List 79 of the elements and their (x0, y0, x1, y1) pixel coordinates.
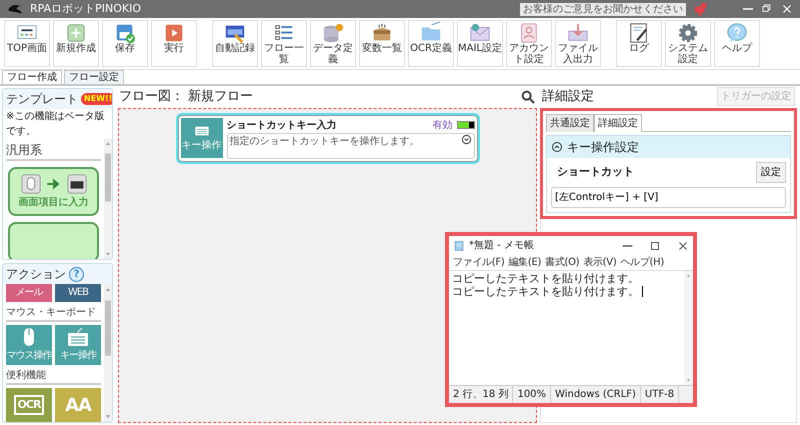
new-badge: NEW!! (81, 93, 112, 105)
settings-tab[interactable]: 共通設定 (546, 114, 594, 132)
toolbar-button[interactable]: ログ (616, 20, 662, 67)
toolbar-button[interactable]: 自動記録 (212, 20, 258, 67)
database-gear-icon (321, 22, 345, 44)
scrollbar[interactable] (104, 139, 112, 259)
toolbar-button[interactable]: MAIL設定 (457, 20, 503, 67)
settings-icon (676, 22, 700, 44)
minimize-icon (622, 244, 633, 246)
toolbar-button[interactable]: ファイル入出力 (555, 20, 601, 67)
shortcut-field[interactable]: [左Controlキー] + [V] (551, 186, 786, 208)
help-icon (725, 22, 749, 44)
template-card[interactable] (8, 222, 99, 259)
text-cursor (642, 286, 643, 298)
toolbar-button[interactable]: フロー一覧 (261, 20, 307, 67)
feedback-link[interactable]: お客様のご意見をお聞かせください (520, 2, 686, 16)
field-label: ショートカット (556, 164, 634, 180)
accordion-header[interactable]: キー操作設定 (547, 136, 790, 158)
menu-item[interactable]: 表示(V) (583, 255, 616, 270)
category-heading: 汎用系 (6, 141, 101, 161)
page-tab[interactable]: フロー設定 (64, 70, 124, 84)
search-icon (520, 88, 536, 105)
settings-tab[interactable]: 詳細設定 (594, 114, 642, 132)
beta-note: ※この機能はベータ版です。 (5, 110, 106, 139)
toolbar-button[interactable]: データ定義 (310, 20, 356, 67)
menu-item[interactable]: 書式(O) (545, 255, 580, 270)
close-icon (677, 240, 689, 252)
window-title: RPAロボットPINOKIO (30, 0, 141, 17)
toolbar-button[interactable]: 変数一覧 (359, 20, 405, 67)
menu-item[interactable]: 編集(E) (508, 255, 542, 270)
section-heading: マウス・キーボード (6, 305, 101, 322)
minimize-icon (742, 8, 754, 10)
window-title: *無題 - メモ帳 (469, 239, 535, 253)
status-label: 有効 (432, 118, 452, 132)
scrollbar[interactable] (104, 284, 112, 422)
panel-title: テンプレート (6, 91, 78, 108)
action-tile[interactable]: メール (6, 284, 52, 302)
status-text: 2 行、18 列 (449, 386, 514, 403)
text-line: コピーしたテキストを貼り付けます。 (452, 285, 639, 298)
node-icon-tile: キー操作 (180, 118, 222, 158)
scrollbar[interactable] (684, 271, 693, 385)
toggle-switch[interactable] (456, 121, 474, 129)
page-tab[interactable]: フロー作成 (2, 70, 62, 84)
set-button[interactable]: 設定 (756, 162, 786, 182)
text-line: コピーしたテキストを貼り付けます。 (452, 272, 639, 285)
keyboard-icon (66, 173, 88, 195)
toolbar-button[interactable]: TOP画面 (4, 20, 50, 67)
toolbar-button[interactable]: ヘルプ (714, 20, 760, 67)
toolbar-button[interactable]: OCR定義 (408, 20, 454, 67)
mouse-icon (20, 173, 42, 195)
status-text: Windows (CRLF) (551, 386, 641, 403)
chevron-up-icon (551, 140, 563, 152)
panel-title: 詳細設定 (542, 88, 594, 106)
envelope-icon (468, 22, 492, 44)
node-title: ショートカットキー入力 (226, 118, 336, 132)
toolbar-button[interactable]: アカウント設定 (506, 20, 552, 67)
action-tile[interactable]: WEB (55, 284, 101, 302)
maximize-icon (649, 240, 661, 252)
notepad-icon (453, 240, 465, 252)
toolbar-button[interactable]: 保存 (102, 20, 148, 67)
menu-item[interactable]: ファイル(F) (453, 255, 504, 270)
text-area[interactable]: コピーしたテキストを貼り付けます。 コピーしたテキストを貼り付けます。 (449, 271, 684, 385)
node-description: 指定のショートカットキーを操作します。 (230, 134, 420, 148)
menu-item[interactable]: ヘルプ(H) (620, 255, 664, 270)
section-heading: 便利機能 (6, 368, 101, 385)
keyboard-icon (68, 328, 88, 346)
section-title: キー操作設定 (567, 138, 639, 156)
arrow-icon (46, 176, 62, 192)
toolbar-button[interactable]: 実行 (151, 20, 197, 67)
chevron-down-icon (460, 134, 472, 144)
flow-title: フロー図： 新規フロー (119, 88, 254, 106)
status-text: UTF-8 (640, 386, 680, 403)
toolbar-button[interactable]: システム設定 (665, 20, 711, 67)
flow-node[interactable]: キー操作 ショートカットキー入力 有効 指定のショートカットキーを操作します。 (178, 114, 478, 162)
toolbar-button[interactable]: 新規作成 (53, 20, 99, 67)
mouse-icon (24, 328, 34, 346)
panel-title: アクション (6, 266, 66, 283)
download-icon (566, 22, 590, 44)
status-text: 100% (513, 386, 552, 403)
